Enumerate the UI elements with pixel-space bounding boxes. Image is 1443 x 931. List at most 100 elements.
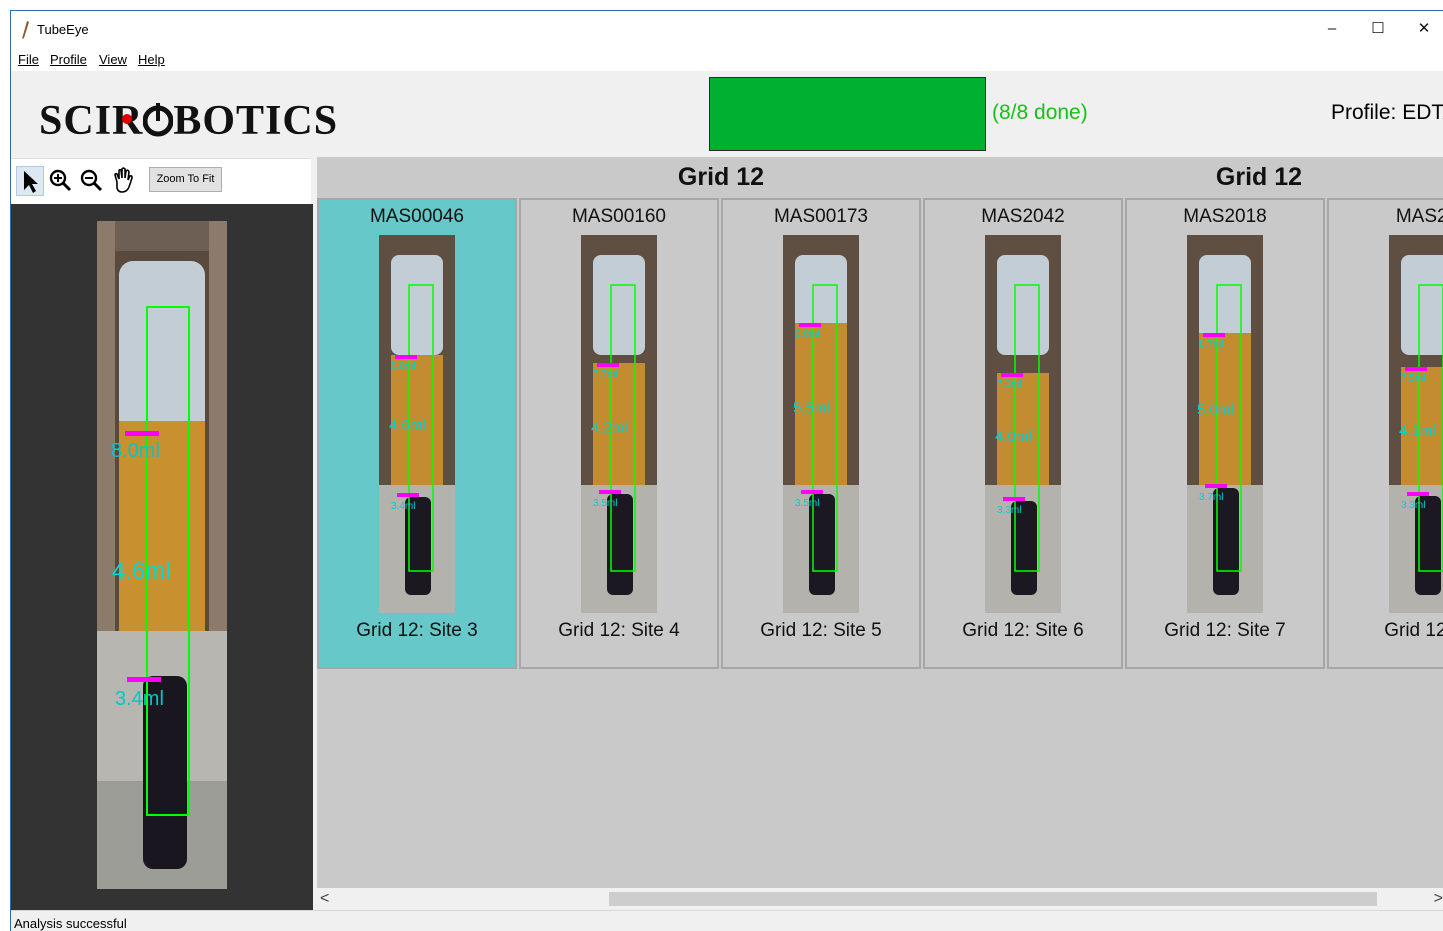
- viewer-top-label: 8.0ml: [111, 440, 160, 462]
- tube-shape: [997, 255, 1049, 355]
- header: SCIRBOTICS (8/8 done) Profile: EDTA: [11, 71, 1443, 157]
- maximize-button[interactable]: ☐: [1355, 11, 1401, 47]
- tube-shape: [1405, 367, 1427, 371]
- tube-volume-label: 4.0ml: [995, 428, 1032, 445]
- tube-shape: [597, 363, 619, 367]
- sample-id: MAS00160: [571, 206, 666, 227]
- tube-volume-label: 7.7ml: [593, 369, 617, 380]
- tube-shape: [1003, 497, 1025, 501]
- tube-thumbnail: 7.5ml 4.1ml 3.3ml: [1389, 235, 1443, 613]
- zoom-out-icon: [80, 169, 103, 192]
- status-bar: Analysis successful: [11, 910, 1443, 931]
- tube-shape: [593, 255, 645, 355]
- menu-profile[interactable]: Profile: [50, 52, 87, 67]
- tube-thumbnail: 8.7ml 5.0ml 3.7ml: [1187, 235, 1263, 613]
- image-viewer[interactable]: 8.0ml 4.6ml 3.4ml: [11, 204, 313, 910]
- sample-id: MAS2042: [981, 206, 1065, 227]
- tube-shape: [1407, 492, 1429, 496]
- sample-id: MAS20: [1395, 206, 1443, 227]
- scroll-thumb[interactable]: [609, 892, 1377, 906]
- zoom-in-tool[interactable]: [47, 166, 75, 196]
- tube-image-large: 8.0ml 4.6ml 3.4ml: [97, 221, 227, 889]
- tube-shape: [1205, 484, 1227, 488]
- scirobotics-logo: SCIR BOTICS: [39, 97, 338, 147]
- tube-volume-label: 5.5ml: [793, 400, 830, 417]
- status-text: Analysis successful: [14, 916, 127, 931]
- zoom-to-fit-button[interactable]: Zoom To Fit: [149, 167, 222, 192]
- tube-volume-label: 3.4ml: [391, 501, 415, 512]
- progress-bar: [709, 77, 986, 151]
- viewer-toolbar: Zoom To Fit: [11, 158, 311, 205]
- tube-volume-label: 3.5ml: [593, 498, 617, 509]
- close-button[interactable]: ✕: [1401, 11, 1443, 47]
- tube-volume-label: 3.7ml: [1199, 492, 1223, 503]
- tube-volume-label: 4.1ml: [1399, 423, 1436, 440]
- menu-file[interactable]: File: [18, 52, 39, 67]
- tube-volume-label: 4.6ml: [389, 417, 426, 434]
- zoom-out-tool[interactable]: [78, 166, 106, 196]
- sample-card[interactable]: MAS2018 8.7ml 5.0ml 3.7ml Grid 12: Site 7: [1125, 198, 1325, 669]
- tube-volume-label: 3.3ml: [997, 505, 1021, 516]
- sample-site: Grid 12: Site 4: [558, 620, 680, 641]
- sample-id: MAS00173: [773, 206, 868, 227]
- profile-label: Profile: EDTA: [1331, 101, 1443, 124]
- horizontal-scrollbar[interactable]: < >: [317, 888, 1443, 910]
- tube-thumbnail: 7.7ml 4.2ml 3.5ml: [581, 235, 657, 613]
- tube-shape: [391, 255, 443, 355]
- zoom-in-icon: [49, 169, 72, 192]
- minimize-button[interactable]: –: [1309, 11, 1355, 47]
- logo-robot-o-icon: [142, 103, 174, 137]
- menu-view[interactable]: View: [99, 52, 127, 67]
- tube-shape: [1203, 333, 1225, 337]
- grid-header: Grid 12: [1215, 163, 1303, 191]
- tube-shape: [397, 493, 419, 497]
- sample-site: Grid 12: S: [1384, 620, 1443, 641]
- tube-thumbnail: 7.3ml 4.0ml 3.3ml: [985, 235, 1061, 613]
- pointer-icon: [24, 171, 38, 193]
- tube-volume-label: 5.0ml: [1197, 402, 1234, 419]
- results-gallery: Grid 12 Grid 12 MAS00046 8.0ml 4.6ml 3.4ml G…: [317, 157, 1443, 911]
- app-icon: [22, 21, 29, 39]
- grid-header: Grid 12: [677, 163, 765, 191]
- tube-thumbnail: 8.0ml 4.6ml 3.4ml: [379, 235, 455, 613]
- sample-site: Grid 12: Site 3: [356, 620, 478, 641]
- tube-shape: [1001, 373, 1023, 377]
- app-window: TubeEye – ☐ ✕ File Profile View Help SCI…: [10, 10, 1443, 931]
- viewer-bottom-label: 3.4ml: [115, 688, 164, 710]
- tube-volume-label: 4.2ml: [591, 420, 628, 437]
- sample-site: Grid 12: Site 5: [760, 620, 882, 641]
- pointer-tool[interactable]: [16, 166, 44, 196]
- sample-card[interactable]: MAS00046 8.0ml 4.6ml 3.4ml Grid 12: Site 3: [317, 198, 517, 669]
- sample-site: Grid 12: Site 7: [1164, 620, 1286, 641]
- menu-bar: File Profile View Help: [11, 47, 1443, 71]
- tube-shape: [799, 323, 821, 327]
- logo-red-dot: [122, 114, 132, 124]
- sample-card[interactable]: MAS00173 9.0ml 5.5ml 3.5ml Grid 12: Site 5: [721, 198, 921, 669]
- tube-volume-label: 8.0ml: [391, 361, 415, 372]
- sample-id: MAS2018: [1183, 206, 1267, 227]
- scroll-left-button[interactable]: <: [320, 890, 329, 908]
- pan-hand-icon: [114, 167, 133, 193]
- pan-tool[interactable]: [109, 166, 137, 196]
- tube-volume-label: 7.5ml: [1401, 373, 1425, 384]
- progress-text: (8/8 done): [992, 101, 1088, 124]
- tube-shape: [801, 490, 823, 494]
- tube-thumbnail: 9.0ml 5.5ml 3.5ml: [783, 235, 859, 613]
- sample-site: Grid 12: Site 6: [962, 620, 1084, 641]
- tube-volume-label: 3.5ml: [795, 498, 819, 509]
- title-bar: TubeEye – ☐ ✕: [11, 11, 1443, 47]
- tube-volume-label: 7.3ml: [997, 379, 1021, 390]
- tube-volume-label: 8.7ml: [1199, 339, 1223, 350]
- sample-card[interactable]: MAS2042 7.3ml 4.0ml 3.3ml Grid 12: Site 6: [923, 198, 1123, 669]
- tube-shape: [599, 490, 621, 494]
- sample-card[interactable]: MAS00160 7.7ml 4.2ml 3.5ml Grid 12: Site 4: [519, 198, 719, 669]
- menu-help[interactable]: Help: [138, 52, 165, 67]
- tube-shape: [395, 355, 417, 359]
- tube-volume-label: 9.0ml: [795, 329, 819, 340]
- tube-volume-label: 3.3ml: [1401, 500, 1425, 511]
- sample-card[interactable]: MAS20 7.5ml 4.1ml 3.3ml Grid 12: S: [1327, 198, 1443, 669]
- logo-text-right: BOTICS: [173, 98, 339, 144]
- viewer-mid-label: 4.6ml: [112, 558, 171, 585]
- sample-id: MAS00046: [369, 206, 464, 227]
- scroll-right-button[interactable]: >: [1434, 890, 1443, 908]
